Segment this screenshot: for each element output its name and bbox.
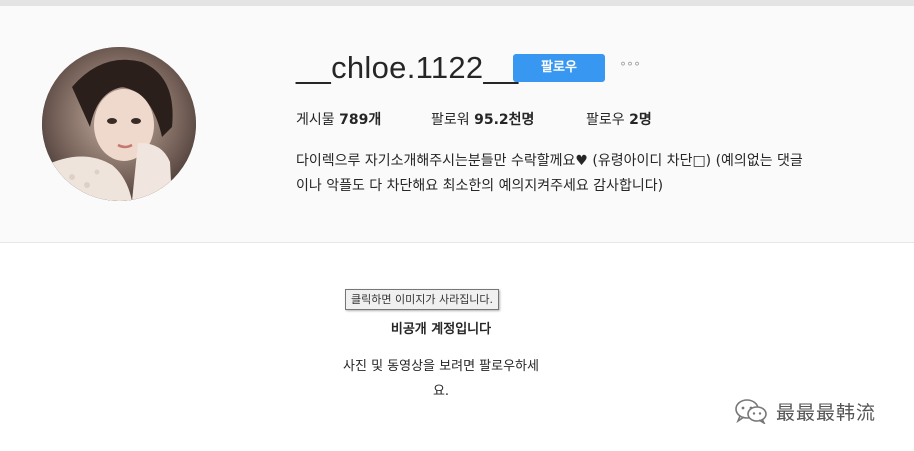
bio-line-1: 다이렉으루 자기소개해주시는분들만 수락할께요♥ (유령아이디 차단□) (예의…	[296, 153, 803, 169]
private-message-line-1: 사진 및 동영상을 보려면 팔로우하세	[343, 359, 539, 374]
private-message-line-2: 요.	[432, 384, 450, 399]
following-count: 2명	[629, 112, 652, 128]
posts-count: 789개	[339, 112, 382, 128]
followers-count: 95.2천명	[474, 112, 535, 128]
stat-posts[interactable]: 게시물 789개	[296, 109, 381, 129]
bio-line-2: 이나 악플도 다 차단해요 최소한의 예의지켜주세요 감사합니다)	[296, 178, 664, 194]
username: __chloe.1122__	[296, 50, 519, 85]
watermark: 最最最韩流	[734, 398, 876, 424]
more-options-icon[interactable]: °°°	[620, 60, 641, 74]
wechat-icon	[735, 399, 767, 424]
bio: 다이렉으루 자기소개해주시는분들만 수락할께요♥ (유령아이디 차단□) (예의…	[296, 149, 911, 199]
tooltip: 클릭하면 이미지가 사라집니다.	[345, 289, 500, 310]
followers-label: 팔로워	[431, 112, 470, 128]
private-account-title: 비공개 계정입니다	[390, 322, 492, 337]
avatar[interactable]	[42, 47, 196, 201]
stat-following[interactable]: 팔로우 2명	[586, 109, 652, 129]
watermark-text: 最最最韩流	[776, 401, 877, 424]
stat-followers[interactable]: 팔로워 95.2천명	[431, 109, 534, 129]
private-account-message: 사진 및 동영상을 보려면 팔로우하세 요.	[322, 354, 560, 404]
posts-label: 게시물	[296, 112, 335, 128]
follow-button[interactable]: 팔로우	[513, 54, 605, 82]
avatar-photo	[42, 47, 196, 201]
following-label: 팔로우	[586, 112, 625, 128]
